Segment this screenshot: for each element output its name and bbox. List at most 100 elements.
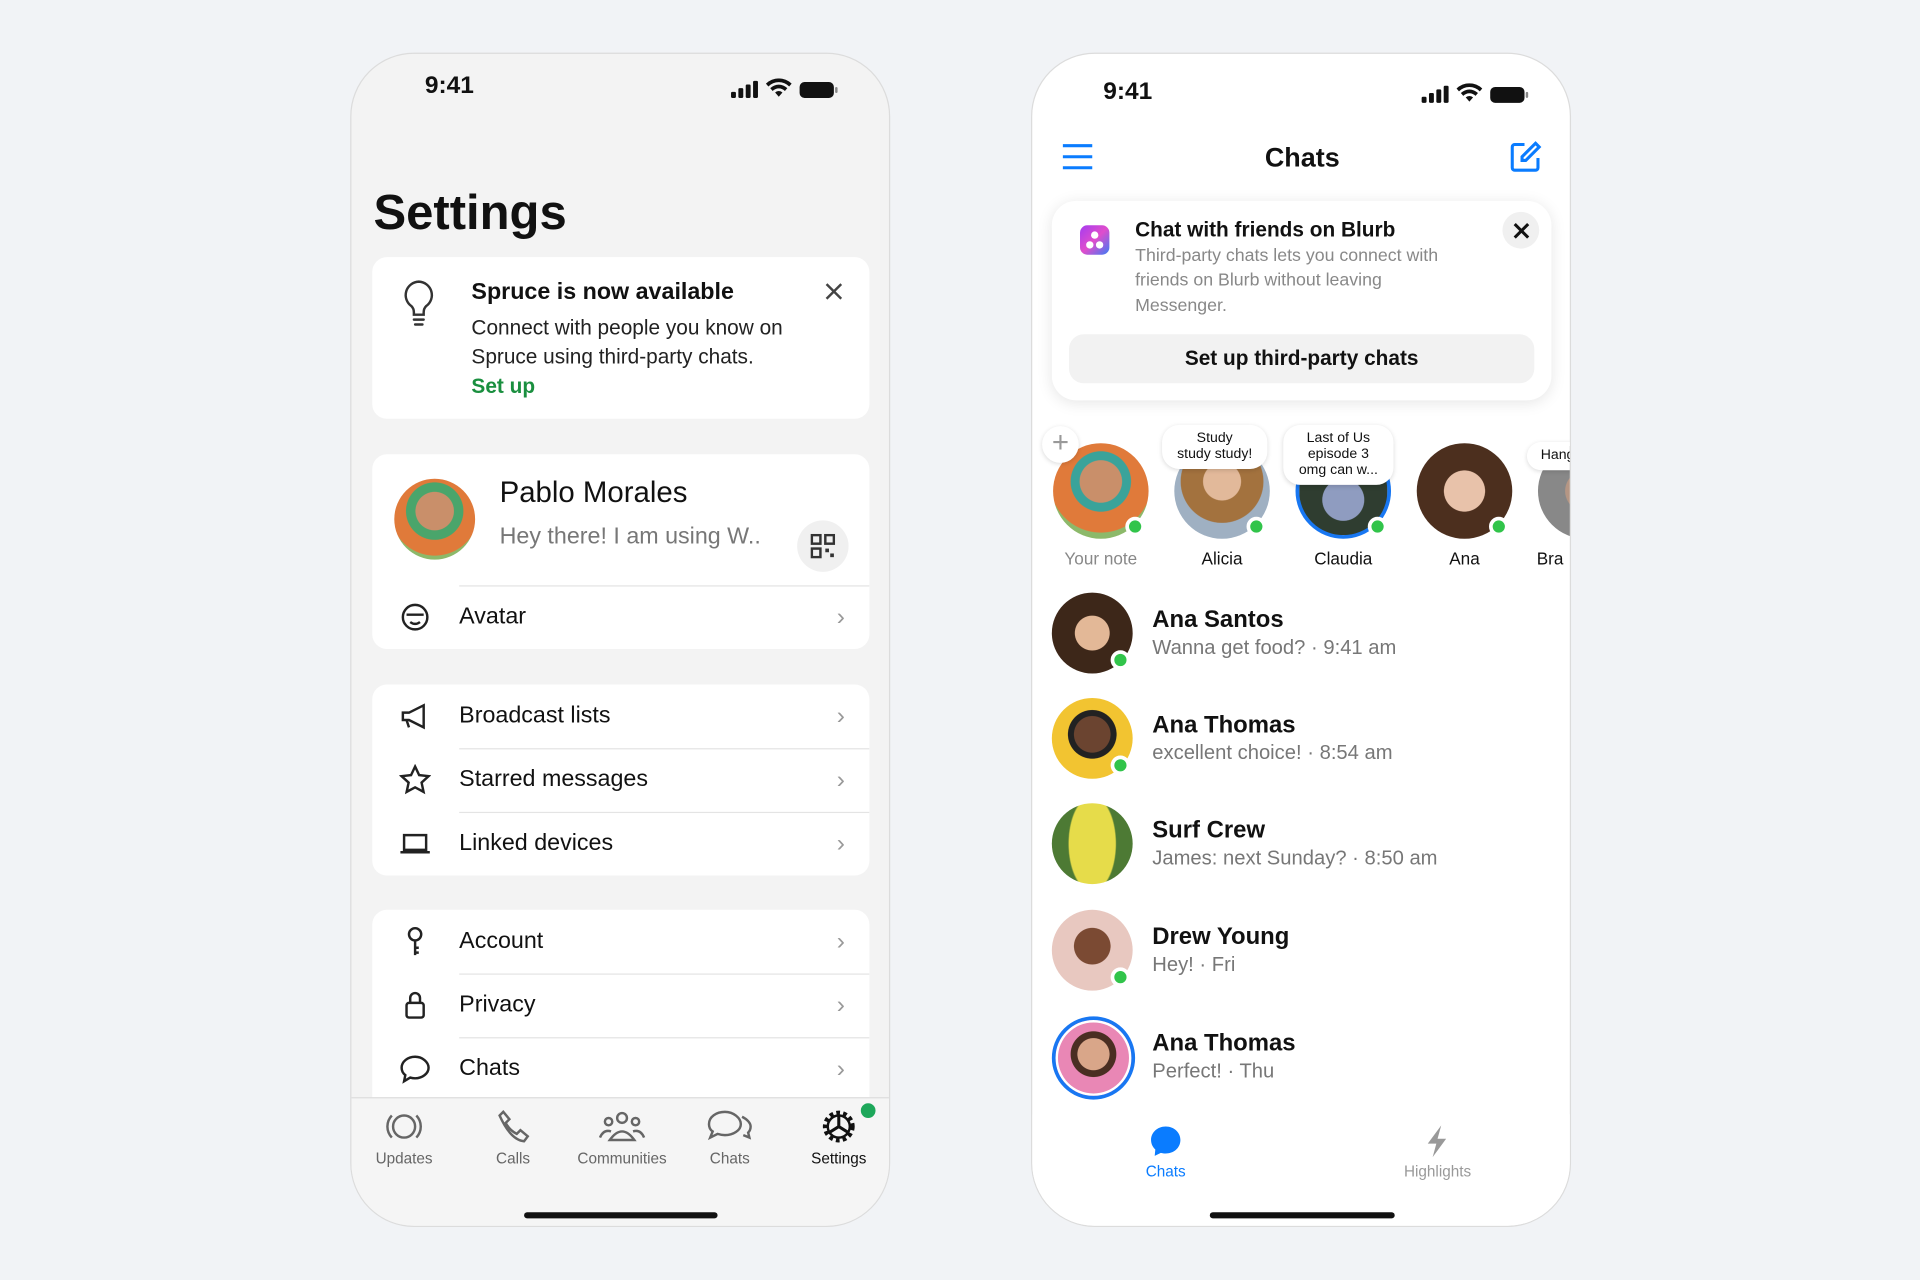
profile-status[interactable]: Hey there! I am using W.. bbox=[500, 524, 761, 551]
tab-calls[interactable]: Calls bbox=[464, 1108, 562, 1167]
status-icons bbox=[1421, 83, 1529, 103]
tab-label: Chats bbox=[709, 1149, 750, 1167]
updates-icon bbox=[386, 1114, 422, 1139]
chat-preview: Hey! · Fri bbox=[1152, 953, 1236, 976]
chevron-right-icon: › bbox=[836, 1054, 845, 1082]
close-button[interactable] bbox=[1502, 211, 1540, 249]
chat-item[interactable]: Ana Thomas excellent choice! · 8:54 am bbox=[1051, 697, 1566, 779]
chat-name: Ana Thomas bbox=[1152, 1029, 1296, 1057]
tab-label: Calls bbox=[496, 1149, 531, 1167]
banner-body-3: Messenger. bbox=[1135, 296, 1227, 316]
tab-label: Settings bbox=[811, 1149, 867, 1167]
laptop-icon bbox=[400, 833, 430, 854]
signal-icon bbox=[1421, 85, 1449, 103]
banner-title: Chat with friends on Blurb bbox=[1135, 217, 1396, 242]
close-icon[interactable] bbox=[824, 282, 844, 302]
megaphone-icon bbox=[401, 703, 425, 730]
tab-label: Updates bbox=[375, 1149, 433, 1167]
tab-updates[interactable]: Updates bbox=[355, 1108, 453, 1167]
row-label: Starred messages bbox=[459, 766, 648, 793]
chat-name: Surf Crew bbox=[1152, 816, 1266, 844]
chevron-right-icon: › bbox=[836, 765, 845, 793]
chat-item[interactable]: Drew Young Hey! · Fri bbox=[1051, 909, 1566, 991]
chat-preview: Perfect! · Thu bbox=[1152, 1060, 1275, 1083]
settings-row-starred[interactable]: Starred messages › bbox=[372, 748, 869, 812]
setup-link[interactable]: Set up bbox=[471, 375, 535, 399]
star-icon bbox=[399, 764, 432, 795]
row-label: Account bbox=[459, 928, 544, 954]
row-label: Broadcast lists bbox=[459, 702, 611, 729]
wifi-icon bbox=[1456, 83, 1483, 102]
lock-icon bbox=[405, 991, 425, 1019]
banner-body-2: friends on Blurb without leaving bbox=[1135, 270, 1382, 291]
settings-gear-icon bbox=[822, 1110, 855, 1143]
story-note: Hang bbox=[1526, 442, 1570, 471]
tab-chats[interactable]: Chats bbox=[1117, 1124, 1215, 1180]
row-label: Privacy bbox=[459, 991, 536, 1018]
settings-row-linked-devices[interactable]: Linked devices › bbox=[372, 812, 869, 876]
home-indicator bbox=[1209, 1212, 1395, 1219]
settings-phone: 9:41 Settings Spruce is now available Co… bbox=[350, 52, 891, 1227]
tab-label: Highlights bbox=[1403, 1163, 1472, 1181]
online-dot bbox=[1367, 516, 1388, 537]
profile-name[interactable]: Pablo Morales bbox=[500, 476, 688, 510]
communities-icon bbox=[598, 1111, 646, 1142]
settings-row-account[interactable]: Account › bbox=[372, 910, 869, 974]
settings-row-broadcast[interactable]: Broadcast lists › bbox=[372, 684, 869, 748]
chat-item[interactable]: Ana Santos Wanna get food? · 9:41 am bbox=[1051, 592, 1566, 674]
row-label: Avatar bbox=[459, 603, 527, 630]
tab-settings[interactable]: Settings bbox=[790, 1108, 888, 1167]
story-name: Alicia bbox=[1201, 548, 1243, 569]
spruce-banner: Spruce is now available Connect with peo… bbox=[372, 257, 870, 419]
compose-icon[interactable] bbox=[1510, 141, 1542, 173]
tab-label: Chats bbox=[1145, 1163, 1186, 1181]
settings-group-1: Broadcast lists › Starred messages › Linke… bbox=[372, 684, 870, 876]
banner-title: Spruce is now available bbox=[471, 279, 734, 305]
online-dot bbox=[1110, 755, 1131, 776]
chat-name: Ana Santos bbox=[1152, 606, 1284, 634]
settings-row-chats[interactable]: Chats › bbox=[372, 1037, 869, 1101]
blurb-banner: Chat with friends on Blurb Third-party c… bbox=[1051, 200, 1552, 401]
qr-code-icon bbox=[810, 533, 836, 559]
phone-icon bbox=[498, 1110, 530, 1143]
story-name: Ana bbox=[1449, 548, 1480, 569]
tab-chats[interactable]: Chats bbox=[681, 1108, 779, 1167]
tab-bar: Chats Highlights bbox=[1032, 1114, 1570, 1226]
chat-preview: James: next Sunday? · 8:50 am bbox=[1152, 847, 1438, 870]
blurb-logo-icon bbox=[1080, 225, 1110, 255]
battery-icon bbox=[799, 82, 838, 98]
lightning-icon bbox=[1427, 1125, 1447, 1158]
chat-name: Drew Young bbox=[1152, 923, 1290, 951]
chat-avatar bbox=[1051, 803, 1133, 885]
chat-bubble-icon bbox=[400, 1055, 430, 1084]
story-name: Your note bbox=[1064, 548, 1138, 569]
notification-dot bbox=[860, 1103, 876, 1118]
banner-body-1: Third-party chats lets you connect with bbox=[1135, 246, 1439, 266]
settings-row-avatar[interactable]: Avatar › bbox=[372, 585, 869, 649]
chevron-right-icon: › bbox=[836, 927, 845, 955]
status-time: 9:41 bbox=[424, 72, 474, 100]
tab-communities[interactable]: Communities bbox=[573, 1108, 671, 1167]
tab-highlights[interactable]: Highlights bbox=[1389, 1124, 1487, 1180]
story-name: Claudia bbox=[1314, 548, 1373, 569]
online-dot bbox=[1488, 516, 1509, 537]
qr-code-button[interactable] bbox=[797, 520, 849, 572]
chat-name: Ana Thomas bbox=[1152, 711, 1296, 739]
profile-avatar[interactable] bbox=[394, 478, 476, 560]
chat-item[interactable]: Ana Thomas Perfect! · Thu bbox=[1051, 1016, 1566, 1100]
chats-phone: 9:41 Chats Chat with friends on Blurb Th… bbox=[1031, 52, 1572, 1227]
chevron-right-icon: › bbox=[836, 702, 845, 730]
add-note-button[interactable]: + bbox=[1042, 426, 1079, 463]
page-title: Settings bbox=[373, 186, 567, 241]
banner-body-2: Spruce using third-party chats. bbox=[471, 345, 754, 369]
story-note: Study study study! bbox=[1162, 424, 1268, 469]
settings-row-privacy[interactable]: Privacy › bbox=[372, 973, 869, 1037]
chats-icon bbox=[707, 1110, 752, 1141]
battery-icon bbox=[1490, 86, 1529, 103]
online-dot bbox=[1110, 967, 1131, 987]
setup-third-party-button[interactable]: Set up third-party chats bbox=[1068, 334, 1535, 384]
online-dot bbox=[1110, 650, 1131, 670]
chat-preview: excellent choice! · 8:54 am bbox=[1152, 742, 1393, 765]
chat-item[interactable]: Surf Crew James: next Sunday? · 8:50 am bbox=[1051, 803, 1566, 885]
row-label: Linked devices bbox=[459, 830, 614, 856]
